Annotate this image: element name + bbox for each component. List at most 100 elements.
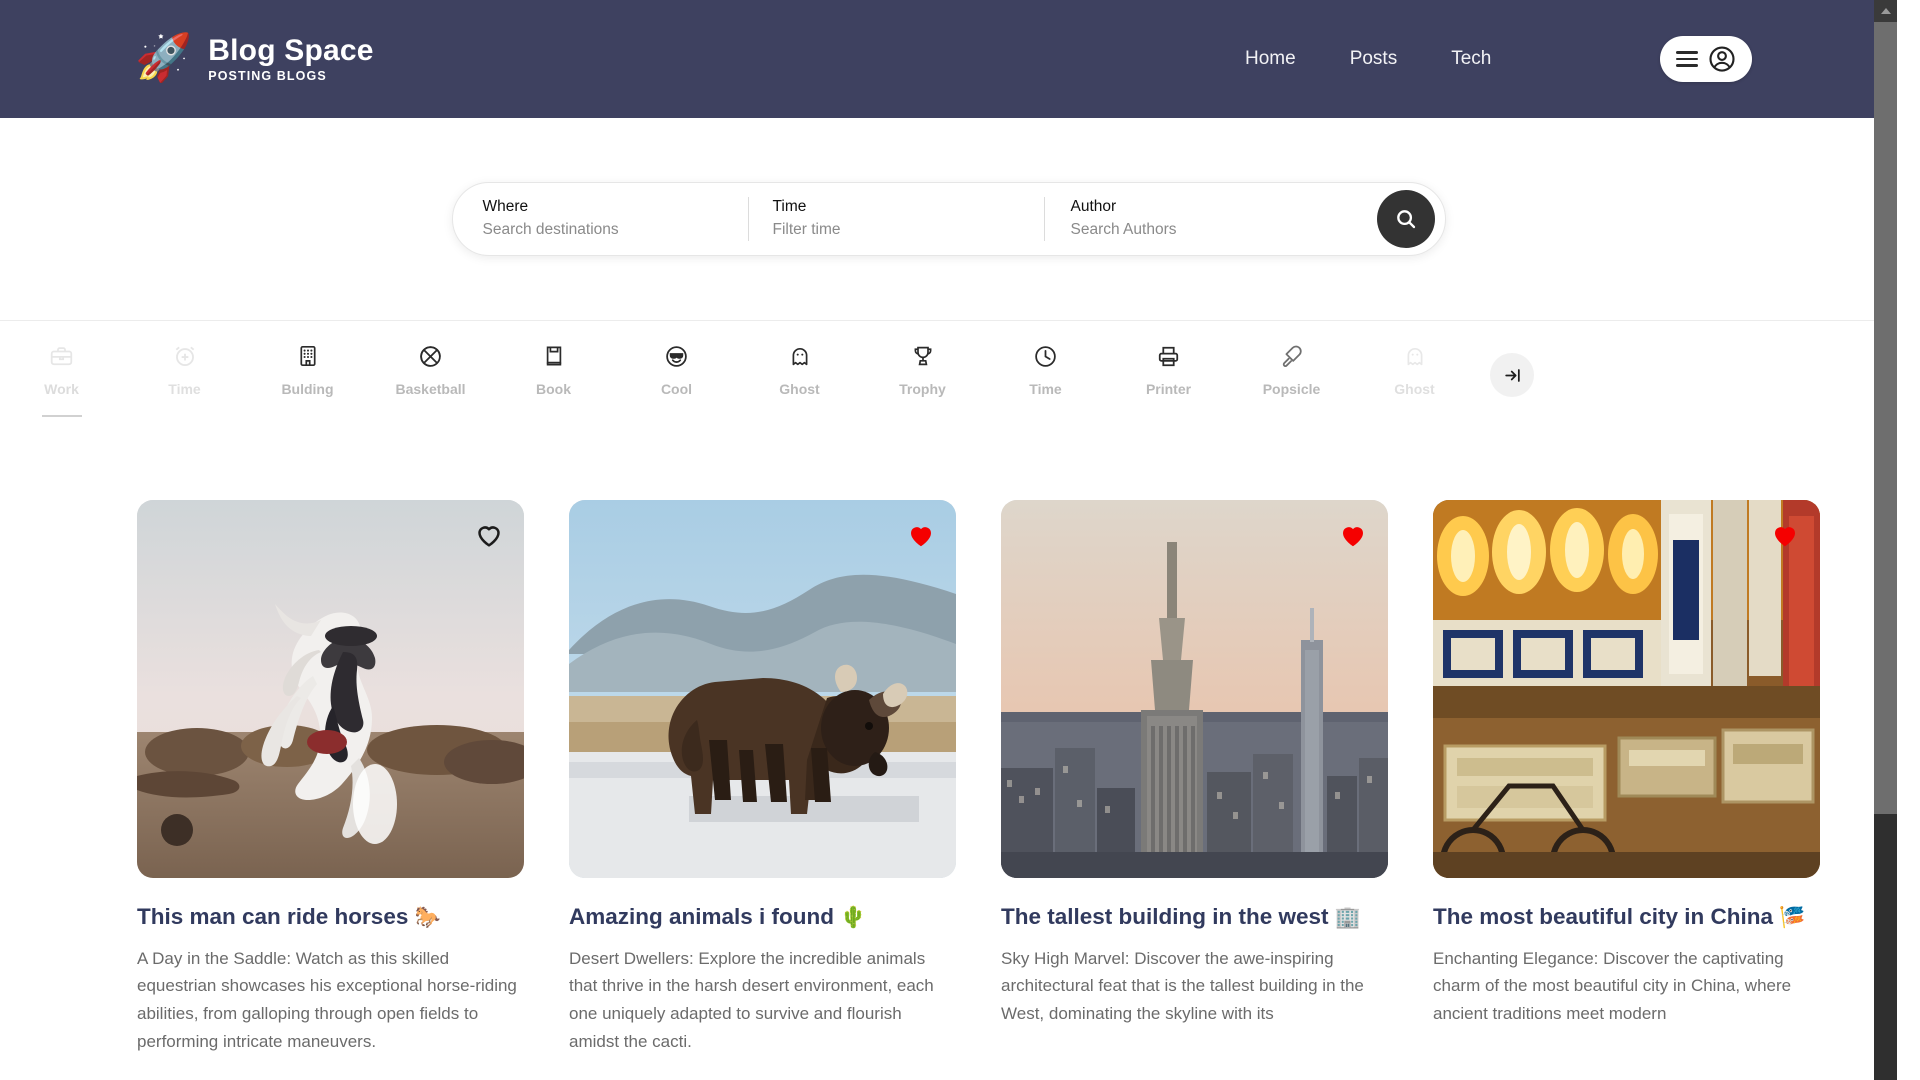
hamburger-icon <box>1675 51 1698 67</box>
search-submit-button[interactable] <box>1376 190 1435 248</box>
post-emoji: 🌵 <box>840 906 867 929</box>
category-label: Time <box>1029 381 1062 397</box>
favorite-toggle[interactable] <box>1338 520 1368 550</box>
post-card[interactable]: The most beautiful city in China 🎏 Encha… <box>1433 500 1820 1055</box>
post-description: A Day in the Saddle: Watch as this skill… <box>137 948 517 1051</box>
category-basketball[interactable]: Basketball <box>369 343 492 409</box>
post-description: Sky High Marvel: Discover the awe-inspir… <box>1001 948 1364 1023</box>
post-description: Enchanting Elegance: Discover the captiv… <box>1433 948 1792 1023</box>
post-thumbnail[interactable] <box>569 500 956 878</box>
scrollbar-up-arrow[interactable] <box>1874 0 1897 22</box>
post-emoji: 🏢 <box>1334 906 1361 929</box>
post-card[interactable]: The tallest building in the west 🏢 Sky H… <box>1001 500 1388 1055</box>
post-description: Desert Dwellers: Explore the incredible … <box>569 948 934 1051</box>
favorite-toggle[interactable] <box>906 520 936 550</box>
category-trophy[interactable]: Trophy <box>861 343 984 409</box>
category-next-button[interactable] <box>1490 353 1534 397</box>
heart-outline-icon <box>478 526 500 547</box>
heart-filled-icon <box>1775 527 1795 547</box>
brand-subtitle: POSTING BLOGS <box>208 69 327 84</box>
basketball-icon <box>418 343 443 369</box>
search-section: Where Search destinations Time Filter ti… <box>0 118 1897 320</box>
post-image-market <box>1433 500 1820 878</box>
category-label: Printer <box>1145 381 1192 397</box>
time-label: Time <box>772 197 807 215</box>
post-image-skyline <box>1001 500 1388 878</box>
brand-logo[interactable]: 🚀 Blog Space POSTING BLOGS <box>135 31 374 84</box>
category-bulding[interactable]: Bulding <box>246 343 369 409</box>
category-book[interactable]: Book <box>492 343 615 409</box>
nav-item-posts[interactable]: Posts <box>1350 48 1398 70</box>
post-title: Amazing animals i found 🌵 <box>569 904 867 929</box>
main-nav: Home Posts Tech <box>1245 0 1491 118</box>
search-field-author[interactable]: Author Search Authors <box>1045 196 1335 242</box>
category-label: Basketball <box>395 381 466 397</box>
nav-item-home[interactable]: Home <box>1245 48 1296 70</box>
brand-title: Blog Space <box>208 33 374 67</box>
heart-filled-icon <box>1343 527 1363 547</box>
heart-filled-icon <box>911 527 931 547</box>
category-popsicle[interactable]: Popsicle <box>1230 343 1353 409</box>
post-title: The most beautiful city in China 🎏 <box>1433 904 1806 929</box>
post-card[interactable]: This man can ride horses 🐎 A Day in the … <box>137 500 524 1055</box>
category-label: Ghost <box>779 381 820 397</box>
alarm-plus-icon <box>172 343 198 369</box>
category-cool[interactable]: Cool <box>615 343 738 409</box>
search-field-time[interactable]: Time Filter time <box>749 196 1044 242</box>
category-ghost-1[interactable]: Ghost <box>738 343 861 409</box>
favorite-toggle[interactable] <box>474 520 504 550</box>
category-time-2[interactable]: Time <box>984 343 1107 409</box>
cool-face-icon <box>664 343 689 369</box>
category-ghost-2[interactable]: Ghost <box>1353 343 1476 409</box>
user-menu-button[interactable] <box>1660 36 1752 82</box>
post-grid: This man can ride horses 🐎 A Day in the … <box>0 438 1897 1055</box>
popsicle-icon <box>1279 343 1304 369</box>
post-thumbnail[interactable] <box>1001 500 1388 878</box>
briefcase-icon <box>49 343 74 369</box>
ghost-icon <box>788 343 812 369</box>
category-label: Cool <box>660 381 693 397</box>
author-label: Author <box>1070 197 1117 215</box>
page-scrollbar[interactable] <box>1874 0 1897 1080</box>
page-root: 🚀 Blog Space POSTING BLOGS Home Posts Te… <box>0 0 1897 1080</box>
category-label: Trophy <box>899 381 946 397</box>
post-emoji: 🎏 <box>1779 906 1806 929</box>
category-label: Ghost <box>1394 381 1435 397</box>
author-placeholder: Search Authors <box>1070 221 1177 239</box>
post-image-horse <box>137 500 524 878</box>
favorite-toggle[interactable] <box>1770 520 1800 550</box>
post-emoji: 🐎 <box>414 906 441 929</box>
category-label: Bulding <box>281 381 334 397</box>
search-bar: Where Search destinations Time Filter ti… <box>451 182 1446 256</box>
category-filter-bar: Work Time Bulding Basketball Book Cool G… <box>0 320 1897 438</box>
ghost-icon <box>1403 343 1427 369</box>
time-placeholder: Filter time <box>772 221 841 239</box>
post-thumbnail[interactable] <box>1433 500 1820 878</box>
post-title: This man can ride horses 🐎 <box>137 904 441 929</box>
nav-item-tech[interactable]: Tech <box>1451 48 1491 70</box>
site-header: 🚀 Blog Space POSTING BLOGS Home Posts Te… <box>0 0 1897 118</box>
category-label: Book <box>536 381 571 397</box>
arrow-to-right-icon <box>1504 368 1520 382</box>
category-label: Work <box>44 381 79 397</box>
scrollbar-thumb[interactable] <box>1874 22 1897 814</box>
post-title: The tallest building in the west 🏢 <box>1001 904 1361 929</box>
category-label: Popsicle <box>1262 381 1321 397</box>
building-icon <box>296 343 320 369</box>
post-thumbnail[interactable] <box>137 500 524 878</box>
category-work[interactable]: Work <box>0 343 123 409</box>
user-circle-icon <box>1707 44 1737 74</box>
clock-icon <box>1033 343 1058 369</box>
where-label: Where <box>482 197 529 215</box>
where-placeholder: Search destinations <box>482 221 619 239</box>
rocket-icon: 🚀 <box>135 31 193 83</box>
category-time-1[interactable]: Time <box>123 343 246 409</box>
category-label: Time <box>168 381 201 397</box>
search-field-where[interactable]: Where Search destinations <box>483 196 748 242</box>
trophy-icon <box>911 343 935 369</box>
search-icon <box>1396 210 1415 229</box>
book-icon <box>542 343 566 369</box>
category-printer[interactable]: Printer <box>1107 343 1230 409</box>
printer-icon <box>1156 343 1181 369</box>
post-card[interactable]: Amazing animals i found 🌵 Desert Dweller… <box>569 500 956 1055</box>
